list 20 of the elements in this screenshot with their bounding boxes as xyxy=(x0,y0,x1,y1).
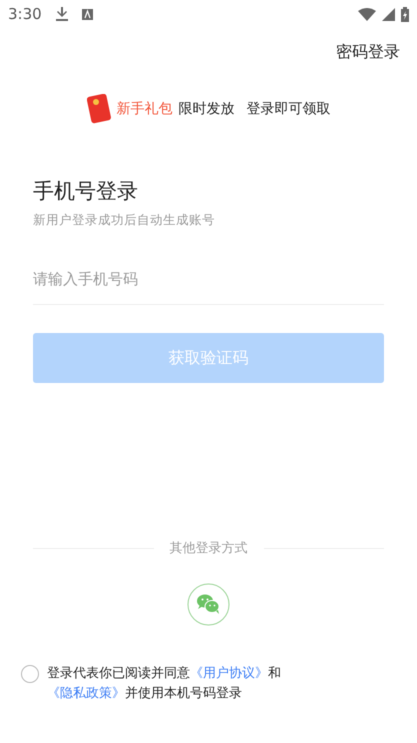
wechat-icon[interactable] xyxy=(187,583,230,626)
signal-icon xyxy=(382,8,395,20)
status-time: 3:30 xyxy=(8,5,42,23)
gift-envelope-icon xyxy=(86,94,110,124)
other-login-label: 其他登录方式 xyxy=(170,540,248,557)
keyboard-a-icon xyxy=(82,8,93,20)
promo-text: 登录即可领取 xyxy=(246,100,330,118)
promo-text: 限时发放 xyxy=(178,100,234,118)
battery-icon xyxy=(401,6,409,22)
password-login-link[interactable]: 密码登录 xyxy=(336,42,400,66)
phone-input-field[interactable]: 请输入手机号码 xyxy=(33,259,384,305)
agreement-link[interactable]: 《用户协议》 xyxy=(190,666,268,681)
page-title: 手机号登录 xyxy=(33,178,139,205)
subtitle: 新用户登录成功后自动生成账号 xyxy=(33,212,216,229)
promo-highlight: 新手礼包 xyxy=(116,100,172,118)
agreement-text: 登录代表你已阅读并同意《用户协议》和 《隐私政策》并使用本机号码登录 xyxy=(47,665,282,703)
wifi-icon xyxy=(358,8,376,20)
download-icon xyxy=(56,7,68,21)
agreement-link[interactable]: 《隐私政策》 xyxy=(47,686,125,701)
agree-checkbox[interactable] xyxy=(21,665,39,683)
